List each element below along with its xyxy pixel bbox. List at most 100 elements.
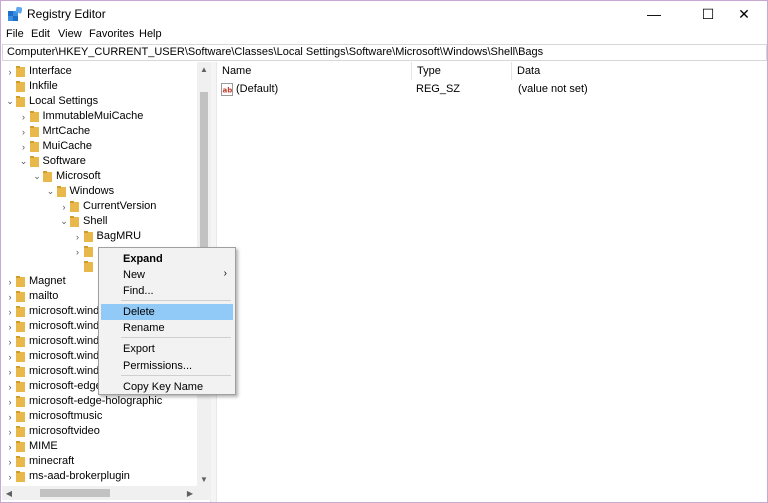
tree-item[interactable]: ⌄ Shell [2,214,202,229]
tree-item[interactable]: › Interface [2,64,202,79]
reg-sz-icon: ab [221,83,233,96]
chevron-right-icon[interactable]: › [5,409,15,424]
column-name[interactable]: Name [217,62,412,80]
menu-help[interactable]: Help [139,28,162,40]
chevron-right-icon[interactable]: › [5,379,15,394]
chevron-right-icon[interactable]: › [19,124,29,139]
context-menu-item-copy-key-name[interactable]: Copy Key Name [101,379,233,395]
close-icon: ✕ [738,5,750,22]
chevron-right-icon[interactable]: › [59,199,69,214]
context-menu-item-export[interactable]: Export [101,341,233,357]
column-type[interactable]: Type [412,62,512,80]
tree-item[interactable]: › minecraft [2,454,202,469]
chevron-right-icon[interactable]: › [73,229,83,244]
tree-item-label: BagMRU [96,230,142,242]
chevron-right-icon[interactable]: › [5,469,15,484]
tree-item[interactable]: › microsoft-edge-holographic [2,394,202,409]
context-menu-item-delete[interactable]: Delete [101,304,233,320]
context-menu-item-find[interactable]: Find... [101,283,233,299]
chevron-right-icon[interactable]: › [5,319,15,334]
chevron-right-icon[interactable]: › [5,424,15,439]
tree-item-label: microsoft.windo [29,335,106,347]
column-data[interactable]: Data [512,62,768,80]
folder-icon [16,66,25,77]
horizontal-scroll-thumb[interactable] [40,489,110,497]
tree-horizontal-scrollbar[interactable]: ◀ ▶ [2,486,211,500]
tree-item-label: Interface [29,65,72,77]
chevron-right-icon[interactable]: › [5,289,15,304]
chevron-down-icon[interactable]: ⌄ [32,169,42,184]
chevron-down-icon[interactable]: ⌄ [19,154,29,169]
tree-item[interactable]: › MrtCache [2,124,202,139]
tree-item[interactable]: › BagMRU [2,229,202,244]
title-bar: Registry Editor — ☐ ✕ [1,1,767,27]
chevron-right-icon[interactable]: › [5,274,15,289]
menu-file[interactable]: File [6,28,24,40]
context-menu-item-rename[interactable]: Rename [101,320,233,336]
scroll-down-icon[interactable]: ▼ [197,472,211,486]
folder-icon [16,411,25,422]
address-bar[interactable]: Computer\HKEY_CURRENT_USER\Software\Clas… [2,44,767,61]
tree-item[interactable]: Inkfile [2,79,202,94]
values-list[interactable]: Name Type Data ab (Default) REG_SZ (valu… [216,62,767,502]
chevron-right-icon[interactable]: › [5,394,15,409]
tree-item[interactable]: › ms-aad-brokerplugin [2,469,202,484]
menu-view[interactable]: View [58,28,82,40]
scroll-right-icon[interactable]: ▶ [183,486,197,500]
menu-separator [121,300,231,301]
folder-icon [16,456,25,467]
chevron-right-icon[interactable]: › [5,364,15,379]
tree-item-label: minecraft [29,455,75,467]
menu-bar: File Edit View Favorites Help [1,27,767,43]
folder-icon [16,321,25,332]
tree-item[interactable]: › MuiCache [2,139,202,154]
scroll-left-icon[interactable]: ◀ [2,486,16,500]
chevron-down-icon[interactable]: ⌄ [59,214,69,229]
chevron-right-icon[interactable]: › [5,334,15,349]
tree-item[interactable]: › CurrentVersion [2,199,202,214]
folder-icon [16,351,25,362]
chevron-right-icon[interactable]: › [5,304,15,319]
chevron-right-icon[interactable]: › [19,139,29,154]
context-menu: Expand New › Find... Delete Rename Export Permi… [98,247,236,395]
tree-item[interactable]: › microsoftvideo [2,424,202,439]
chevron-right-icon[interactable]: › [5,454,15,469]
tree-item[interactable]: › MIME [2,439,202,454]
context-menu-item-expand[interactable]: Expand [101,251,233,267]
tree-item[interactable]: ⌄ Windows [2,184,202,199]
context-menu-item-permissions[interactable]: Permissions... [101,358,233,374]
value-type: REG_SZ [416,83,461,95]
tree-item-label: microsoft.windo [29,350,106,362]
chevron-right-icon[interactable]: › [5,439,15,454]
folder-icon [16,336,25,347]
menu-edit[interactable]: Edit [31,28,50,40]
context-menu-label: Export [123,343,155,355]
tree-item-label: MuiCache [42,140,93,152]
chevron-right-icon[interactable]: › [19,109,29,124]
folder-icon [29,126,39,137]
minimize-button[interactable]: — [631,1,677,27]
chevron-right-icon[interactable]: › [5,64,15,79]
value-data: (value not set) [518,83,588,95]
chevron-down-icon[interactable]: ⌄ [46,184,56,199]
chevron-right-icon[interactable]: › [5,349,15,364]
folder-icon [70,216,79,227]
menu-favorites[interactable]: Favorites [89,28,134,40]
scroll-up-icon[interactable]: ▲ [197,62,211,76]
chevron-down-icon[interactable]: ⌄ [5,94,15,109]
context-menu-label: Rename [123,322,165,334]
context-menu-item-new[interactable]: New › [101,267,233,283]
tree-item[interactable]: ⌄ Software [2,154,202,169]
folder-icon [16,471,25,482]
tree-item[interactable]: › microsoftmusic [2,409,202,424]
window-title: Registry Editor [27,7,106,21]
folder-icon [29,111,39,122]
tree-item[interactable]: ⌄ Local Settings [2,94,202,109]
minimize-icon: — [647,6,661,22]
tree-item[interactable]: › ImmutableMuiCache [2,109,202,124]
chevron-right-icon[interactable]: › [73,244,83,259]
close-button[interactable]: ✕ [721,1,767,27]
folder-icon [16,396,25,407]
value-row[interactable]: ab (Default) REG_SZ (value not set) [217,82,768,98]
tree-item[interactable]: ⌄ Microsoft [2,169,202,184]
